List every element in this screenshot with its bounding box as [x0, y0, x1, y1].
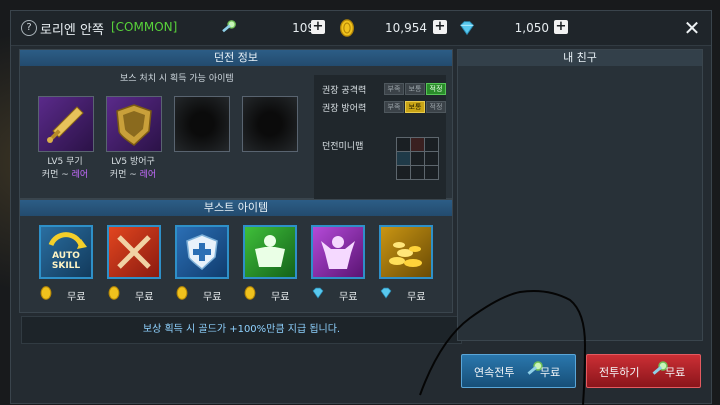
scribble-overlay — [419, 290, 587, 405]
